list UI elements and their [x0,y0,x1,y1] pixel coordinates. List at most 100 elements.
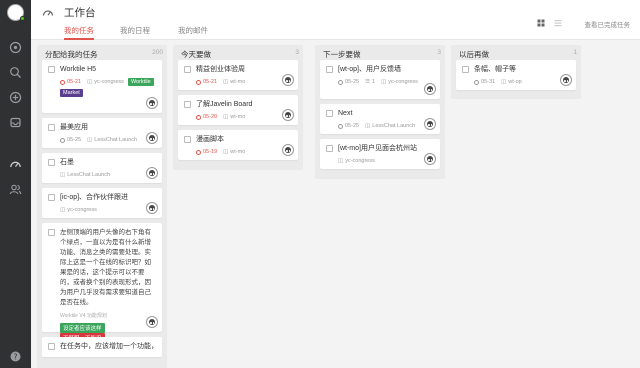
column-title: 以后再做 [459,50,489,59]
task-meta: 05-20 ◫ wt-mo [184,113,292,121]
task-due-date: 05-25 [67,137,82,143]
task-meta: 05-25 ☰ 1 ◫ yc-congress [326,78,434,86]
column-body: Worktile H5 05-21 ◫ yc-congress Worktile … [37,60,167,357]
assignee-avatar[interactable] [146,97,158,109]
svg-text:?: ? [14,352,18,361]
task-project: yc-congress [94,79,124,85]
clock-icon [196,149,201,155]
column-count: 200 [152,49,163,56]
task-checkbox[interactable] [48,66,55,73]
task-checkbox[interactable] [462,66,469,73]
column-header: 今天要做 3 [173,45,303,60]
task-card[interactable]: 在任务中，应该增加一个功能，可以 [42,337,162,357]
task-project: yc-congress [67,207,97,213]
project-icon: ◫ [87,79,93,85]
task-project: yc-congress [345,158,375,164]
column-count: 1 [573,49,577,56]
task-card[interactable]: Next 05-25 ◫ LessChat Launch [320,104,440,134]
task-card[interactable]: [ic-op]、合作伙伴跟进 ◫ yc-congress [42,188,162,218]
task-project: LessChat Launch [67,172,111,178]
task-title: 条幅、帽子等 [474,66,516,73]
task-board: 分配给我的任务 200 Worktile H5 05-21 ◫ yc-congre… [31,40,640,368]
left-nav-rail: ? [0,0,31,368]
task-title: 漫画脚本 [196,136,224,143]
dashboard-icon[interactable] [9,158,22,171]
task-title: 精益创业体验周 [196,66,245,73]
task-checkbox[interactable] [326,145,333,152]
task-checkbox[interactable] [326,66,333,73]
task-checkbox[interactable] [184,101,191,108]
task-meta: 05-21 ◫ yc-congress Worktile [48,78,156,86]
task-meta: 05-25 ◫ LessChat Launch [48,136,156,144]
task-project: wt-mo [230,149,246,155]
add-icon[interactable] [9,91,22,104]
task-meta: ◫ yc-congress [326,157,434,165]
workbench-icon [42,7,54,19]
task-card[interactable]: 精益创业体验周 05-21 ◫ wt-mo [178,60,298,90]
task-card[interactable]: [wt-mo]用户见面会杭州站 ◫ yc-congress [320,139,440,169]
task-card[interactable]: Worktile H5 05-21 ◫ yc-congress Worktile … [42,60,162,113]
task-card[interactable]: 了解Javelin Board 05-20 ◫ wt-mo [178,95,298,125]
task-subtask-count: 1 [372,79,376,85]
task-due-date: 05-20 [203,114,218,120]
column-title: 分配给我的任务 [45,50,98,59]
column-body: 条幅、帽子等 05-31 ◫ wt-op [451,60,581,90]
tab-my-tasks[interactable]: 我的任务 [64,25,94,40]
task-project: LessChat Launch [94,137,138,143]
task-card[interactable]: 漫画脚本 05-19 ◫ wt-mo [178,130,298,160]
assignee-avatar[interactable] [146,316,158,328]
task-card[interactable]: [wt-op]、用户反馈墙 05-25 ☰ 1 ◫ yc-congress [320,60,440,99]
task-checkbox[interactable] [184,136,191,143]
assignee-avatar[interactable] [424,153,436,165]
assignee-avatar[interactable] [146,132,158,144]
task-title: 了解Javelin Board [196,101,253,108]
assignee-avatar[interactable] [424,83,436,95]
clock-icon [60,137,65,143]
assignee-avatar[interactable] [146,202,158,214]
board-view-icon[interactable] [537,19,545,27]
task-checkbox[interactable] [48,343,55,350]
task-checkbox[interactable] [48,124,55,131]
column-body: [wt-op]、用户反馈墙 05-25 ☰ 1 ◫ yc-congress Next… [315,60,445,169]
task-checkbox[interactable] [184,66,191,73]
task-description: 左侧顶端的用户头像的右下角有个绿点，一直以为是有什么新增功能、消息之类的需要处理… [60,229,151,306]
task-project: wt-mo [230,114,246,120]
task-checkbox[interactable] [48,229,55,236]
task-checkbox[interactable] [48,194,55,201]
tab-my-mail[interactable]: 我的邮件 [178,25,208,40]
task-card[interactable]: 条幅、帽子等 05-31 ◫ wt-op [456,60,576,90]
assignee-avatar[interactable] [282,109,294,121]
task-title: Next [338,110,353,117]
help-icon[interactable]: ? [10,351,21,362]
search-icon[interactable] [9,66,22,79]
project-icon: ◫ [60,207,66,213]
column-count: 3 [295,49,299,56]
task-card[interactable]: 最美应用 05-25 ◫ LessChat Launch [42,118,162,148]
contacts-icon[interactable] [9,183,22,196]
project-icon: ◫ [87,137,93,143]
clock-icon [196,79,201,85]
tab-my-schedule[interactable]: 我的日程 [120,25,150,40]
task-title: [wt-mo]用户见面会杭州站 [338,145,417,152]
assignee-avatar[interactable] [282,144,294,156]
project-icon: ◫ [223,149,229,155]
column-assigned-to-me: 分配给我的任务 200 Worktile H5 05-21 ◫ yc-congre… [37,45,167,368]
view-completed-link[interactable]: 查看已完成任务 [585,19,631,29]
home-icon[interactable] [9,41,22,54]
assignee-avatar[interactable] [560,74,572,86]
project-icon: ◫ [223,79,229,85]
inbox-icon[interactable] [9,116,22,129]
task-checkbox[interactable] [48,159,55,166]
assignee-avatar[interactable] [146,167,158,179]
project-icon: ◫ [381,79,387,85]
task-card[interactable]: 石墨 ◫ LessChat Launch [42,153,162,183]
list-view-icon[interactable] [554,19,562,27]
task-card[interactable]: 左侧顶端的用户头像的右下角有个绿点，一直以为是有什么新增功能、消息之类的需要处理… [42,223,162,343]
task-meta: 05-21 ◫ wt-mo [184,78,292,86]
assignee-avatar[interactable] [424,118,436,130]
assignee-avatar[interactable] [282,74,294,86]
task-meta: 05-31 ◫ wt-op [462,78,570,86]
task-checkbox[interactable] [326,110,333,117]
user-avatar[interactable] [7,4,25,21]
task-meta: 05-25 ◫ LessChat Launch [326,122,434,130]
